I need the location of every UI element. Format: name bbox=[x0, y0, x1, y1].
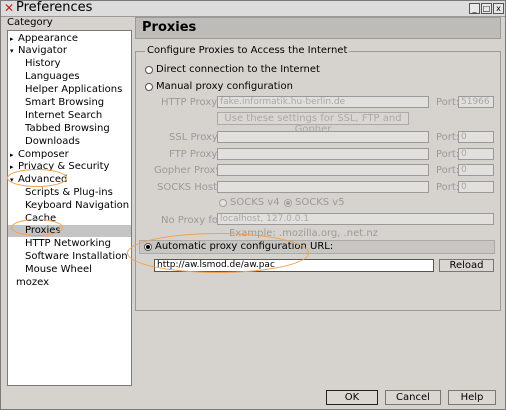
tree-item-scripts-plugins[interactable]: Scripts & Plug-ins bbox=[25, 187, 113, 199]
panel-header: Proxies bbox=[135, 17, 501, 39]
ssl-port-label: Port: bbox=[436, 132, 460, 143]
ftp-proxy-input[interactable] bbox=[217, 148, 429, 160]
tree-item-history[interactable]: History bbox=[25, 58, 61, 70]
tree-item-helper-applications[interactable]: Helper Applications bbox=[25, 84, 122, 96]
auto-proxy-label[interactable]: Automatic proxy configuration URL: bbox=[155, 241, 333, 252]
no-proxy-input[interactable]: localhost, 127.0.0.1 bbox=[217, 213, 494, 225]
tree-item-privacy-security[interactable]: ▸ Privacy & Security bbox=[10, 161, 109, 173]
no-proxy-example: Example: .mozilla.org, .net.nz bbox=[229, 228, 378, 239]
socks-v5-label[interactable]: SOCKS v5 bbox=[295, 197, 345, 208]
socks-port-input[interactable]: 0 bbox=[458, 181, 494, 193]
window-title: Preferences bbox=[16, 0, 93, 15]
twisty-collapsed-icon[interactable]: ▸ bbox=[10, 33, 18, 45]
title-bar[interactable]: ✕ Preferences _ □ x bbox=[1, 0, 505, 17]
preferences-window: ✕ Preferences _ □ x Category ▸ Appearance… bbox=[0, 0, 506, 410]
tree-item-mouse-wheel[interactable]: Mouse Wheel bbox=[25, 264, 92, 276]
category-tree[interactable]: ▸ Appearance ▾ Navigator History Languages… bbox=[7, 30, 132, 386]
socks-v4-radio[interactable] bbox=[219, 199, 227, 207]
twisty-collapsed-icon[interactable]: ▸ bbox=[10, 149, 18, 161]
direct-connection-radio[interactable] bbox=[145, 66, 153, 74]
twisty-collapsed-icon[interactable]: ▸ bbox=[10, 161, 18, 173]
tree-item-smart-browsing[interactable]: Smart Browsing bbox=[25, 97, 104, 109]
http-proxy-input[interactable]: fake.informatik.hu-berlin.de bbox=[217, 96, 429, 108]
ssl-port-input[interactable]: 0 bbox=[458, 131, 494, 143]
tree-item-cache[interactable]: Cache bbox=[25, 213, 56, 225]
tree-item-advanced[interactable]: ▾ Advanced bbox=[10, 174, 67, 186]
tree-item-navigator[interactable]: ▾ Navigator bbox=[10, 45, 67, 57]
tree-item-mozex[interactable]: mozex bbox=[16, 277, 49, 289]
twisty-expanded-icon[interactable]: ▾ bbox=[10, 174, 18, 186]
tree-item-appearance[interactable]: ▸ Appearance bbox=[10, 33, 78, 45]
tree-item-tabbed-browsing[interactable]: Tabbed Browsing bbox=[25, 123, 110, 135]
http-proxy-label: HTTP Proxy: bbox=[161, 97, 220, 108]
ftp-port-input[interactable]: 0 bbox=[458, 148, 494, 160]
gopher-port-input[interactable]: 0 bbox=[458, 164, 494, 176]
auto-proxy-radio[interactable] bbox=[144, 243, 152, 251]
cancel-button[interactable]: Cancel bbox=[385, 390, 441, 405]
gopher-proxy-input[interactable] bbox=[217, 164, 429, 176]
auto-proxy-url-input[interactable]: http://aw.lsmod.de/aw.pac bbox=[154, 259, 434, 272]
tree-item-internet-search[interactable]: Internet Search bbox=[25, 110, 102, 122]
manual-proxy-label[interactable]: Manual proxy configuration bbox=[156, 81, 293, 92]
tree-item-languages[interactable]: Languages bbox=[25, 71, 80, 83]
socks-v4-label[interactable]: SOCKS v4 bbox=[230, 197, 280, 208]
app-x-icon: ✕ bbox=[3, 1, 15, 15]
http-port-input[interactable]: 51966 bbox=[458, 96, 494, 108]
manual-proxy-radio[interactable] bbox=[145, 83, 153, 91]
ok-button[interactable]: OK bbox=[326, 390, 378, 405]
close-button[interactable]: x bbox=[493, 3, 504, 14]
help-button[interactable]: Help bbox=[448, 390, 496, 405]
twisty-expanded-icon[interactable]: ▾ bbox=[10, 45, 18, 57]
tree-item-keyboard-navigation[interactable]: Keyboard Navigation bbox=[25, 200, 129, 212]
gopher-port-label: Port: bbox=[436, 165, 460, 176]
socks-host-label: SOCKS Host: bbox=[157, 182, 221, 193]
socks-port-label: Port: bbox=[436, 182, 460, 193]
reload-button[interactable]: Reload bbox=[439, 259, 494, 272]
ftp-port-label: Port: bbox=[436, 149, 460, 160]
ssl-proxy-label: SSL Proxy: bbox=[169, 132, 221, 143]
tree-item-composer[interactable]: ▸ Composer bbox=[10, 149, 69, 161]
socks-v5-radio[interactable] bbox=[284, 199, 292, 207]
tree-item-proxies[interactable]: Proxies bbox=[8, 225, 131, 237]
gopher-proxy-label: Gopher Proxy: bbox=[154, 165, 225, 176]
socks-host-input[interactable] bbox=[217, 181, 429, 193]
no-proxy-label: No Proxy for: bbox=[161, 215, 226, 226]
use-same-settings-button[interactable]: Use these settings for SSL, FTP and Goph… bbox=[217, 112, 409, 135]
group-legend: Configure Proxies to Access the Internet bbox=[145, 45, 350, 56]
tree-item-http-networking[interactable]: HTTP Networking bbox=[25, 238, 111, 250]
direct-connection-label[interactable]: Direct connection to the Internet bbox=[156, 64, 320, 75]
tree-item-software-installation[interactable]: Software Installation bbox=[25, 251, 128, 263]
ftp-proxy-label: FTP Proxy: bbox=[169, 149, 220, 160]
ssl-proxy-input[interactable] bbox=[217, 131, 429, 143]
minimize-button[interactable]: _ bbox=[469, 3, 480, 14]
panel-title: Proxies bbox=[142, 20, 197, 35]
maximize-button[interactable]: □ bbox=[481, 3, 492, 14]
tree-item-downloads[interactable]: Downloads bbox=[25, 136, 80, 148]
category-label: Category bbox=[7, 17, 53, 28]
http-port-label: Port: bbox=[436, 97, 460, 108]
